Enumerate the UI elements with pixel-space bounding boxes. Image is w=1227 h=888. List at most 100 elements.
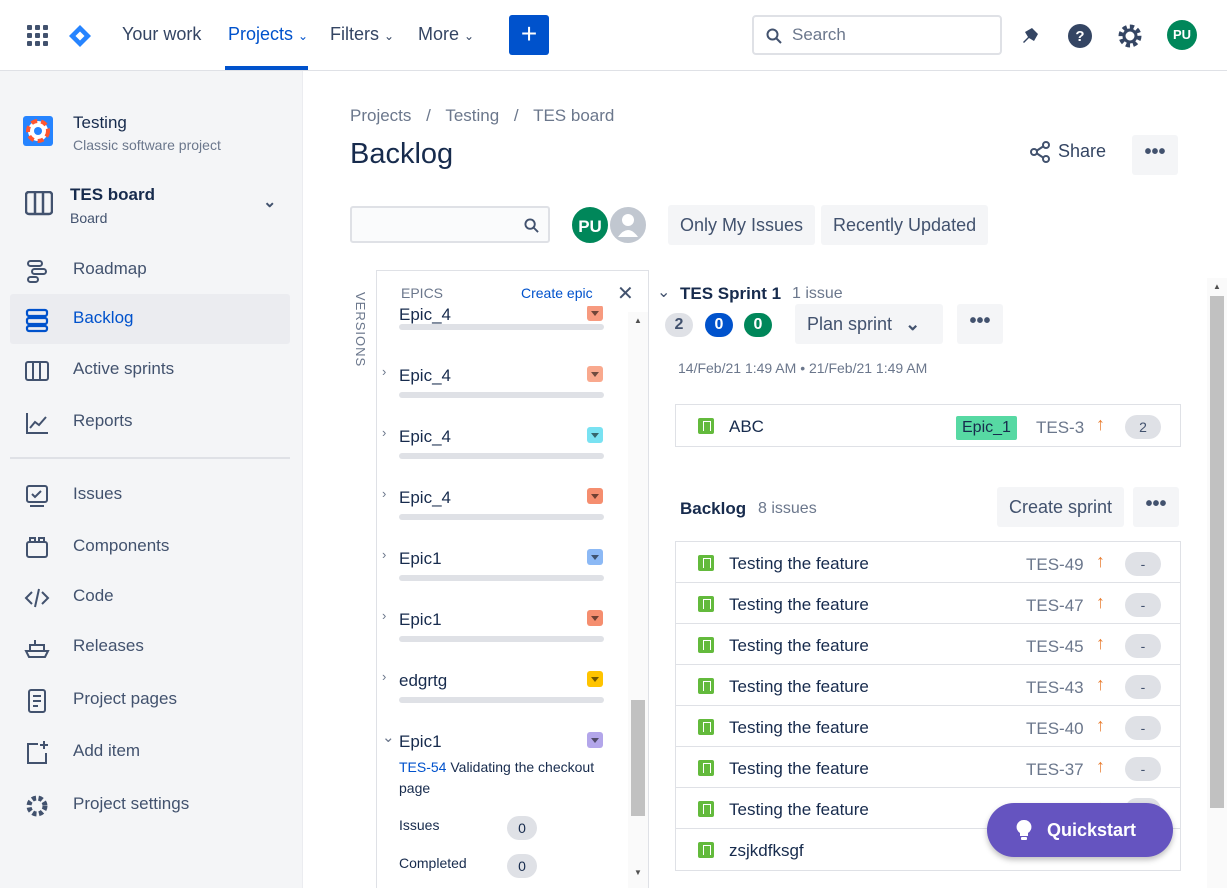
epic-issue-key-link[interactable]: TES-54 [399,759,446,775]
search-input[interactable]: Search [752,15,1002,55]
sprint-collapse-chevron-icon[interactable]: ⌄ [657,282,670,302]
epic-item[interactable]: › Epic_4 [376,364,616,424]
only-my-issues-button[interactable]: Only My Issues [668,205,816,245]
table-row[interactable]: Testing the feature TES-47 ↑ - [676,583,1180,624]
epics-scrollbar-thumb[interactable] [631,700,645,816]
issue-key[interactable]: TES-45 [1026,637,1084,657]
epic-item[interactable]: › Epic1 [376,608,616,668]
issue-key[interactable]: TES-43 [1026,678,1084,698]
chevron-right-icon[interactable]: › [382,425,386,440]
sprint-inprogress-count: 0 [705,313,733,337]
issue-key[interactable]: TES-49 [1026,555,1084,575]
scroll-up-arrow-icon[interactable]: ▲ [1213,282,1221,291]
chevron-right-icon[interactable]: › [382,364,386,379]
issue-key[interactable]: TES-37 [1026,760,1084,780]
epic-color-dropdown[interactable] [587,671,603,687]
filter-avatar-user[interactable]: PU [570,205,610,245]
board-icon [25,191,53,216]
project-avatar-icon[interactable] [23,116,53,146]
issue-key[interactable]: TES-40 [1026,719,1084,739]
chevron-right-icon[interactable]: › [382,669,386,684]
epic-color-dropdown[interactable] [587,549,603,565]
create-epic-link[interactable]: Create epic [521,285,593,301]
epic-item[interactable]: Epic_4 [376,306,616,363]
board-name[interactable]: TES board [70,185,155,205]
breadcrumb-board[interactable]: TES board [533,106,614,125]
help-icon[interactable]: ? [1067,23,1093,49]
quickstart-button[interactable]: Quickstart [987,803,1173,857]
sidebar-item-active-sprints[interactable]: Active sprints [10,345,290,395]
epic-label[interactable]: Epic_1 [956,416,1017,440]
close-icon[interactable]: ✕ [617,281,634,306]
epic-color-dropdown[interactable] [587,366,603,382]
nav-more[interactable]: More ⌄ [418,24,474,45]
sidebar-item-components[interactable]: Components [10,522,290,572]
sidebar-item-reports[interactable]: Reports [10,397,290,447]
breadcrumb-projects[interactable]: Projects [350,106,411,125]
epic-item[interactable]: › Epic1 [376,547,616,607]
epic-item[interactable]: › edgrtg [376,669,616,729]
user-avatar[interactable]: PU [1167,20,1197,50]
create-sprint-button[interactable]: Create sprint [997,487,1125,527]
scroll-down-arrow-icon[interactable]: ▼ [634,868,642,877]
table-row[interactable]: Testing the feature TES-40 ↑ - [676,706,1180,747]
share-button[interactable]: Share [1028,140,1106,172]
versions-tab[interactable]: VERSIONS [353,292,368,367]
epic-name: Epic1 [399,610,442,629]
scroll-up-arrow-icon[interactable]: ▲ [634,316,642,325]
sidebar-item-code[interactable]: Code [10,572,290,622]
chevron-right-icon[interactable]: › [382,547,386,562]
table-row[interactable]: ABC Epic_1 TES-3 ↑ 2 [676,405,1180,446]
sprint-more-button[interactable]: ••• [957,304,1003,344]
epic-item-expanded[interactable]: ⌄ Epic1 TES-54 Validating the checkout p… [376,728,616,888]
sidebar-item-add-item[interactable]: Add item [10,727,290,777]
issue-key[interactable]: TES-47 [1026,596,1084,616]
app-switcher-icon[interactable] [27,25,48,46]
sidebar-item-backlog[interactable]: Backlog [10,294,290,344]
epics-scrollbar[interactable]: ▲ ▼ [628,312,648,888]
epic-item[interactable]: › Epic_4 [376,425,616,485]
page-more-button[interactable]: ••• [1132,135,1178,175]
table-row[interactable]: Testing the feature TES-37 ↑ - [676,747,1180,788]
sidebar-item-issues[interactable]: Issues [10,470,290,520]
nav-filters[interactable]: Filters ⌄ [330,24,394,45]
recently-updated-button[interactable]: Recently Updated [821,205,989,245]
nav-projects[interactable]: Projects ⌄ [228,24,308,45]
board-chevron-down-icon[interactable]: ⌄ [263,192,276,212]
story-points: - [1125,716,1161,740]
backlog-more-button[interactable]: ••• [1133,487,1179,527]
sprint-issue-count: 1 issue [792,285,843,302]
chevron-right-icon[interactable]: › [382,608,386,623]
epic-color-dropdown[interactable] [587,306,603,321]
backlog-search-input[interactable] [350,206,550,243]
epic-color-dropdown[interactable] [587,610,603,626]
breadcrumb-project[interactable]: Testing [445,106,499,125]
sidebar-item-project-pages[interactable]: Project pages [10,675,290,725]
chevron-down-icon[interactable]: ⌄ [382,728,395,746]
epic-color-dropdown[interactable] [587,732,603,748]
sidebar-item-roadmap[interactable]: Roadmap [10,245,290,295]
sidebar-item-project-settings[interactable]: Project settings [10,780,290,830]
issue-key[interactable]: TES-3 [1036,418,1084,438]
table-row[interactable]: Testing the feature TES-49 ↑ - [676,542,1180,583]
settings-gear-icon[interactable] [1117,23,1143,49]
sidebar-item-label: Backlog [73,308,134,327]
nav-your-work[interactable]: Your work [122,24,201,45]
sidebar-item-releases[interactable]: Releases [10,622,290,672]
main-scrollbar-thumb[interactable] [1210,296,1224,808]
sprint-name[interactable]: TES Sprint 1 [680,284,781,304]
filter-avatar-unassigned-icon[interactable] [608,205,648,245]
project-name[interactable]: Testing [73,113,127,133]
chevron-right-icon[interactable]: › [382,486,386,501]
create-button[interactable]: + [509,15,549,55]
priority-high-icon: ↑ [1096,715,1105,735]
table-row[interactable]: Testing the feature TES-45 ↑ - [676,624,1180,665]
plan-sprint-button[interactable]: Plan sprint ⌄ [795,304,943,344]
main-scrollbar[interactable]: ▲ [1207,278,1227,888]
table-row[interactable]: Testing the feature TES-43 ↑ - [676,665,1180,706]
epic-item[interactable]: › Epic_4 [376,486,616,546]
epic-color-dropdown[interactable] [587,427,603,443]
epic-color-dropdown[interactable] [587,488,603,504]
jira-logo[interactable] [68,24,92,48]
notifications-icon[interactable] [1017,23,1043,49]
